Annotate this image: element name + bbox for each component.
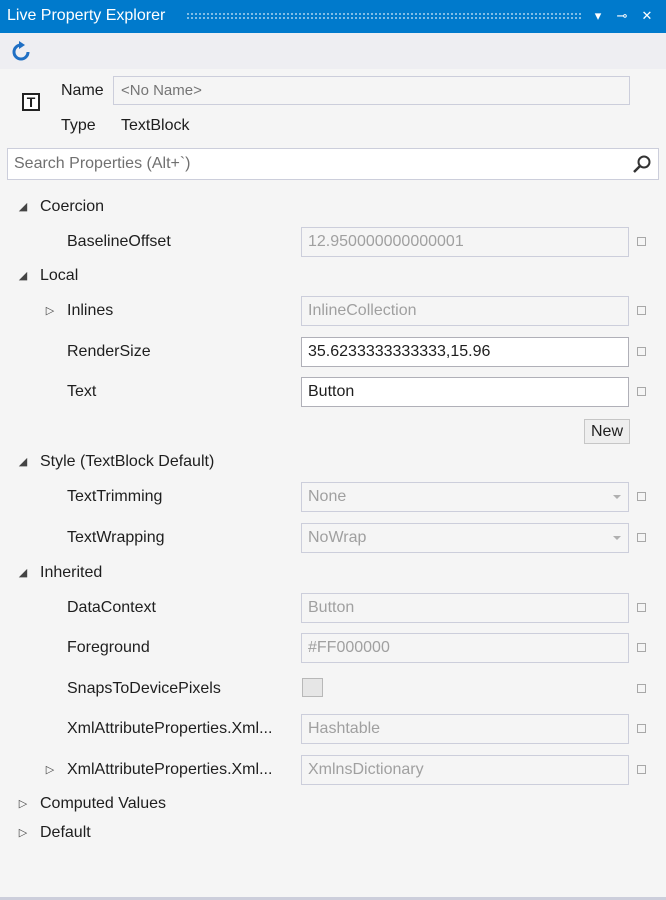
prop-text-name: Text	[67, 383, 97, 400]
title-bar: Live Property Explorer ▾ ⊸ ✕	[0, 0, 666, 33]
prop-snapstodevicepixels-marker[interactable]	[637, 684, 646, 693]
prop-xmlattribute-1-name: XmlAttributeProperties.Xml...	[67, 720, 273, 737]
prop-textwrapping-marker[interactable]	[637, 533, 646, 542]
category-inherited[interactable]: Inherited	[40, 564, 102, 582]
category-default[interactable]: Default	[40, 824, 91, 842]
prop-texttrimming-name: TextTrimming	[67, 488, 163, 505]
prop-datacontext-name: DataContext	[67, 599, 156, 616]
prop-texttrimming-value: None	[308, 488, 347, 505]
prop-foreground-marker[interactable]	[637, 643, 646, 652]
prop-xmlattribute-1-value: Hashtable	[301, 714, 629, 744]
local-expand-icon[interactable]: ◢	[16, 269, 30, 283]
style-expand-icon[interactable]: ◢	[16, 455, 30, 469]
prop-datacontext-value: Button	[301, 593, 629, 623]
category-style[interactable]: Style (TextBlock Default)	[40, 453, 214, 471]
refresh-icon[interactable]	[10, 41, 32, 63]
prop-inlines-value: InlineCollection	[301, 296, 629, 326]
chevron-down-icon	[613, 536, 621, 540]
coercion-expand-icon[interactable]: ◢	[16, 200, 30, 214]
textblock-element-icon: T	[22, 93, 40, 111]
type-label: Type	[61, 117, 96, 134]
prop-xmlattribute-1-marker[interactable]	[637, 724, 646, 733]
prop-inlines-marker[interactable]	[637, 306, 646, 315]
name-input[interactable]	[113, 76, 630, 105]
prop-baselineoffset-name: BaselineOffset	[67, 233, 171, 250]
prop-texttrimming-dropdown[interactable]: None	[301, 482, 629, 512]
close-icon[interactable]: ✕	[637, 6, 657, 26]
prop-baselineoffset-value: 12.950000000000001	[301, 227, 629, 257]
new-property-button[interactable]: New	[584, 419, 630, 444]
category-local[interactable]: Local	[40, 267, 78, 285]
computed-expand-icon[interactable]: ▷	[16, 797, 30, 811]
toolbar	[0, 33, 666, 69]
default-expand-icon[interactable]: ▷	[16, 826, 30, 840]
prop-foreground-name: Foreground	[67, 639, 150, 656]
xmlattribute-2-expand-icon[interactable]: ▷	[43, 763, 57, 777]
prop-texttrimming-marker[interactable]	[637, 492, 646, 501]
prop-snapstodevicepixels-checkbox[interactable]	[302, 678, 323, 697]
prop-xmlattribute-2-name: XmlAttributeProperties.Xml...	[67, 761, 273, 778]
window-title: Live Property Explorer	[7, 7, 166, 24]
prop-inlines-name: Inlines	[67, 302, 114, 319]
inherited-expand-icon[interactable]: ◢	[16, 566, 30, 580]
prop-textwrapping-name: TextWrapping	[67, 529, 165, 546]
search-properties-input[interactable]	[8, 149, 630, 179]
prop-text-marker[interactable]	[637, 387, 646, 396]
prop-baselineoffset-marker[interactable]	[637, 237, 646, 246]
prop-textwrapping-dropdown[interactable]: NoWrap	[301, 523, 629, 553]
prop-text-value[interactable]: Button	[301, 377, 629, 407]
pin-icon[interactable]: ⊸	[612, 6, 632, 26]
category-computed-values[interactable]: Computed Values	[40, 795, 166, 813]
drag-grip[interactable]	[186, 12, 582, 20]
prop-rendersize-name: RenderSize	[67, 343, 151, 360]
prop-rendersize-marker[interactable]	[637, 347, 646, 356]
prop-xmlattribute-2-marker[interactable]	[637, 765, 646, 774]
type-value: TextBlock	[121, 117, 190, 134]
window-position-dropdown-icon[interactable]: ▾	[588, 6, 608, 26]
search-box	[7, 148, 659, 180]
name-label: Name	[61, 82, 104, 99]
prop-rendersize-value[interactable]: 35.6233333333333,15.96	[301, 337, 629, 367]
category-coercion[interactable]: Coercion	[40, 198, 104, 216]
prop-snapstodevicepixels-name: SnapsToDevicePixels	[67, 680, 221, 697]
prop-datacontext-marker[interactable]	[637, 603, 646, 612]
prop-xmlattribute-2-value: XmlnsDictionary	[301, 755, 629, 785]
chevron-down-icon	[613, 495, 621, 499]
search-icon[interactable]	[632, 154, 652, 174]
prop-textwrapping-value: NoWrap	[308, 529, 367, 546]
inlines-expand-icon[interactable]: ▷	[43, 304, 57, 318]
prop-foreground-value: #FF000000	[301, 633, 629, 663]
